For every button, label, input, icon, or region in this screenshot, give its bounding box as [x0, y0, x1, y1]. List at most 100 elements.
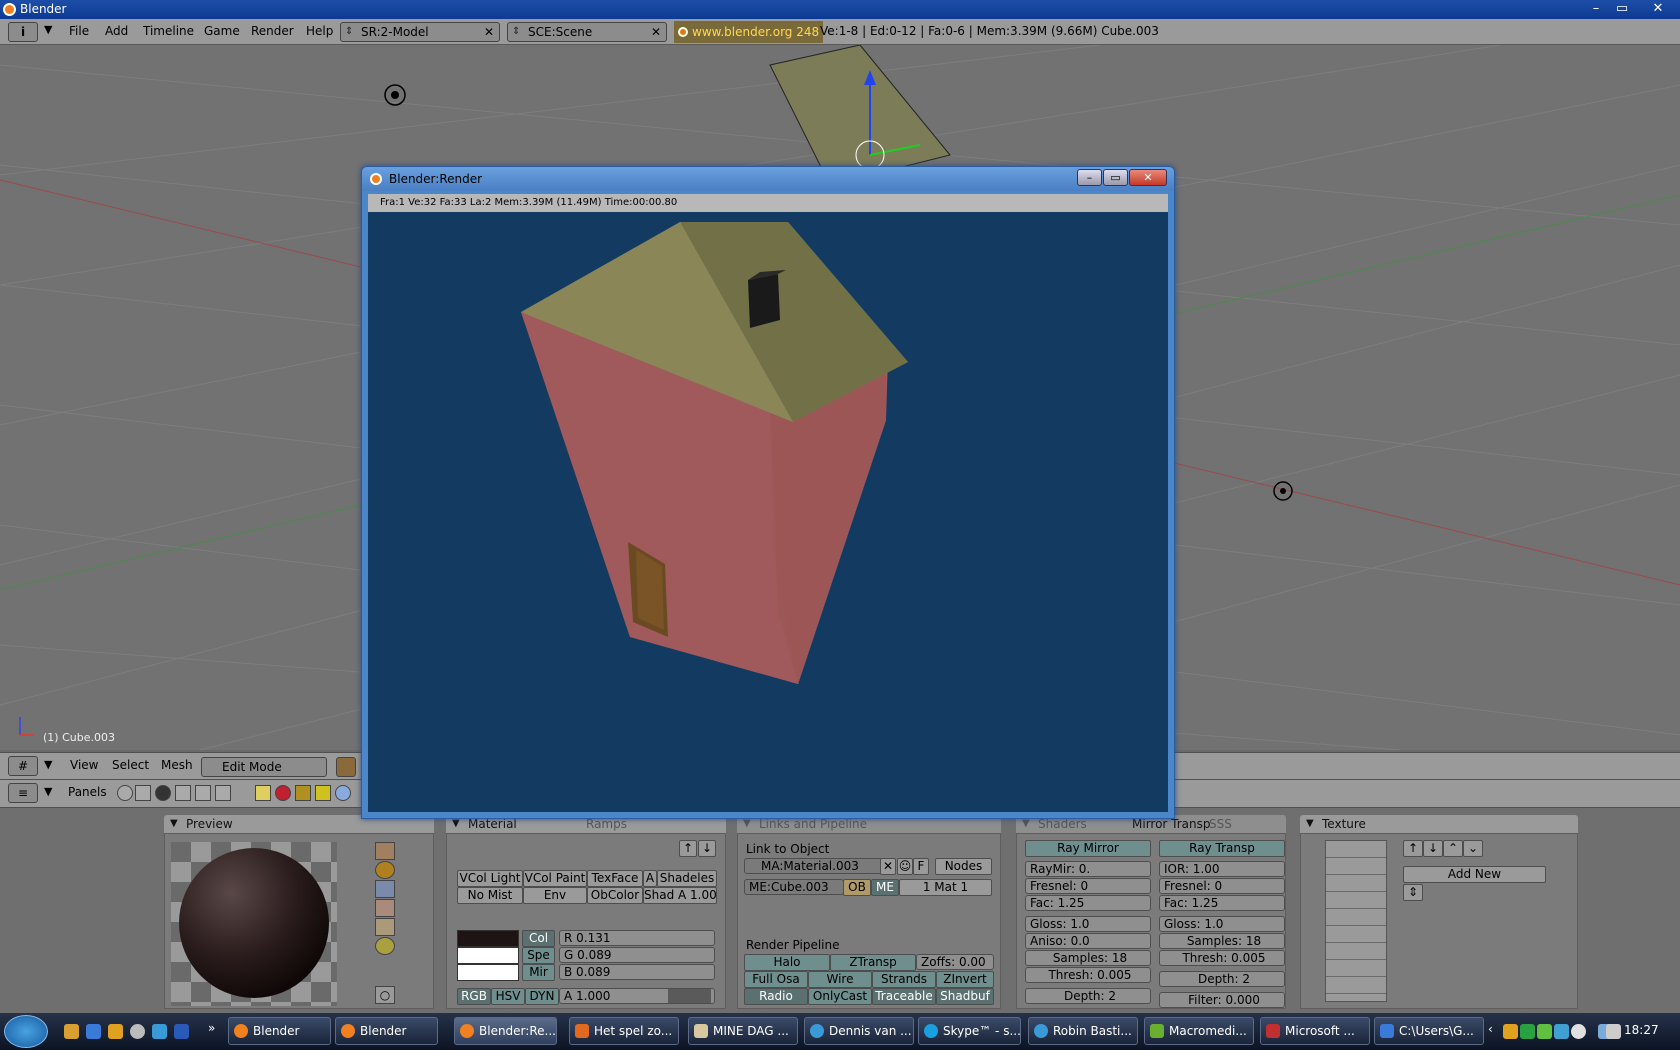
menu-add[interactable]: Add	[105, 24, 128, 38]
fake-user-icon[interactable]: ☺	[897, 858, 913, 875]
paste-material-icon[interactable]: ↓	[698, 840, 716, 857]
quick-launch-ie-icon[interactable]	[152, 1024, 167, 1039]
preview-sky-icon[interactable]	[375, 937, 395, 955]
b-slider[interactable]: B 0.089	[559, 964, 715, 980]
texture-channel-list[interactable]	[1325, 840, 1387, 1002]
ray-mirror-button[interactable]: Ray Mirror	[1025, 840, 1151, 857]
preview-flat-icon[interactable]	[375, 842, 395, 860]
mir-button[interactable]: Mir	[522, 964, 555, 981]
quick-launch-more-icon[interactable]: »	[208, 1021, 215, 1035]
radiosity-icon[interactable]	[315, 785, 331, 801]
quick-launch-media-icon[interactable]	[130, 1024, 145, 1039]
traceable-button[interactable]: Traceable	[872, 988, 936, 1005]
render-window-title-bar[interactable]: Blender:Render – ▭ ✕	[362, 167, 1174, 191]
volume-icon[interactable]	[1606, 1024, 1621, 1039]
menu-select[interactable]: Select	[112, 758, 149, 772]
col-swatch[interactable]	[457, 930, 519, 947]
aniso-slider[interactable]: Aniso: 0.0	[1025, 933, 1151, 949]
info-window-type-icon[interactable]: i	[8, 22, 38, 42]
render-minimize-button[interactable]: –	[1077, 169, 1102, 186]
collapse-menu-icon[interactable]: ▼	[44, 758, 52, 771]
transp-fresnel-slider[interactable]: Fresnel: 0	[1159, 878, 1285, 894]
fac-slider[interactable]: Fac: 1.25	[1025, 895, 1151, 911]
onlycast-button[interactable]: OnlyCast	[808, 988, 872, 1005]
raymir-slider[interactable]: RayMir: 0.	[1025, 861, 1151, 877]
transp-thresh-field[interactable]: Thresh: 0.005	[1159, 950, 1285, 966]
object-icon[interactable]	[175, 785, 191, 801]
filter-field[interactable]: Filter: 0.000	[1159, 992, 1285, 1008]
full-osa-button[interactable]: Full Osa	[744, 971, 808, 988]
depth-field[interactable]: Depth: 2	[1025, 988, 1151, 1004]
start-button[interactable]	[4, 1015, 48, 1048]
menu-game[interactable]: Game	[204, 24, 240, 38]
move-down-icon[interactable]: ⌄	[1463, 840, 1483, 857]
thresh-field[interactable]: Thresh: 0.005	[1025, 967, 1151, 983]
taskbar-item[interactable]: Blender	[335, 1017, 438, 1045]
taskbar-item[interactable]: Skype™ - s...	[918, 1017, 1021, 1045]
mesh-name-field[interactable]: ME:Cube.003	[744, 879, 844, 895]
unlink-material-icon[interactable]: ✕	[880, 858, 896, 875]
shaders-tab-label[interactable]: Shaders	[1038, 817, 1087, 831]
copy-material-icon[interactable]: ↑	[679, 840, 697, 857]
spe-swatch[interactable]	[457, 947, 519, 964]
delete-screen-icon[interactable]: ✕	[481, 24, 497, 40]
zoffs-field[interactable]: Zoffs: 0.00	[916, 954, 994, 970]
delete-scene-icon[interactable]: ✕	[648, 24, 664, 40]
menu-file[interactable]: File	[69, 24, 89, 38]
strands-button[interactable]: Strands	[872, 971, 936, 988]
menu-render[interactable]: Render	[251, 24, 294, 38]
g-slider[interactable]: G 0.089	[559, 947, 715, 963]
col-button[interactable]: Col	[522, 930, 555, 947]
move-up-icon[interactable]: ⌃	[1443, 840, 1463, 857]
shading-icon[interactable]	[155, 785, 171, 801]
clock[interactable]: 18:27	[1624, 1023, 1659, 1037]
rgb-button[interactable]: RGB	[457, 988, 491, 1005]
shadbuf-button[interactable]: Shadbuf	[936, 988, 994, 1005]
lamp-icon[interactable]	[255, 785, 271, 801]
spe-button[interactable]: Spe	[522, 947, 555, 964]
taskbar-item[interactable]: MINE DAG ...	[688, 1017, 798, 1045]
buttons-window-type-icon[interactable]: ≡	[8, 783, 38, 803]
taskbar-item[interactable]: Het spel zo...	[569, 1017, 679, 1045]
obcolor-button[interactable]: ObColor	[587, 887, 643, 904]
transp-gloss-slider[interactable]: Gloss: 1.0	[1159, 916, 1285, 932]
alpha-slider[interactable]: A 1.000	[559, 988, 715, 1004]
transp-fac-slider[interactable]: Fac: 1.25	[1159, 895, 1285, 911]
screen-selector[interactable]: ⇕ SR:2-Model ✕	[340, 22, 500, 42]
texture-browse-icon[interactable]: ⇕	[1403, 884, 1423, 901]
taskbar-item-active[interactable]: Blender:Re...	[454, 1017, 557, 1045]
taskbar-item[interactable]: Dennis van ...	[804, 1017, 914, 1045]
transp-depth-field[interactable]: Depth: 2	[1159, 971, 1285, 987]
paste-texture-icon[interactable]: ↓	[1423, 840, 1443, 857]
preview-monkey-icon[interactable]	[375, 899, 395, 917]
f-button[interactable]: F	[913, 858, 929, 875]
render-close-button[interactable]: ✕	[1129, 169, 1167, 186]
ztransp-button[interactable]: ZTransp	[830, 954, 916, 971]
wire-button[interactable]: Wire	[808, 971, 872, 988]
nodes-button[interactable]: Nodes	[935, 858, 992, 875]
menu-timeline[interactable]: Timeline	[143, 24, 194, 38]
radio-button[interactable]: Radio	[744, 988, 808, 1005]
minimize-button[interactable]: –	[1583, 0, 1609, 18]
taskbar-item[interactable]: Robin Basti...	[1028, 1017, 1138, 1045]
tray-icon[interactable]	[1503, 1024, 1518, 1039]
add-new-texture-button[interactable]: Add New	[1403, 866, 1546, 883]
scene-selector[interactable]: ⇕ SCE:Scene ✕	[507, 22, 667, 42]
tray-icon[interactable]	[1571, 1024, 1586, 1039]
mat-index-stepper[interactable]: 1 Mat 1	[899, 879, 992, 896]
quick-launch-desktop-icon[interactable]	[86, 1024, 101, 1039]
sss-tab-label[interactable]: SSS	[1209, 815, 1232, 833]
taskbar-item[interactable]: Macromedi...	[1144, 1017, 1254, 1045]
taskbar-item[interactable]: Blender	[228, 1017, 331, 1045]
collapse-menu-icon[interactable]: ▼	[44, 23, 52, 36]
close-button[interactable]: ✕	[1645, 0, 1671, 18]
fresnel-slider[interactable]: Fresnel: 0	[1025, 878, 1151, 894]
stepper-icon[interactable]: ⇕	[512, 23, 520, 41]
r-slider[interactable]: R 0.131	[559, 930, 715, 946]
menu-view[interactable]: View	[70, 758, 98, 772]
ior-slider[interactable]: IOR: 1.00	[1159, 861, 1285, 877]
material-icon[interactable]	[275, 785, 291, 801]
no-mist-button[interactable]: No Mist	[457, 887, 523, 904]
menu-mesh[interactable]: Mesh	[161, 758, 193, 772]
samples-field[interactable]: Samples: 18	[1025, 950, 1151, 966]
